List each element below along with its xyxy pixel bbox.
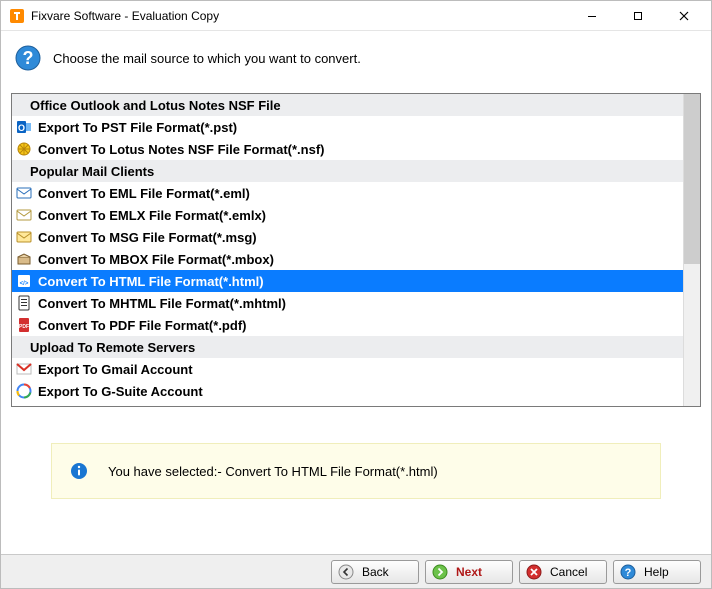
list-item[interactable]: O Export To PST File Format(*.pst) — [12, 116, 700, 138]
list-item-label: Convert To HTML File Format(*.html) — [36, 274, 264, 289]
list-item-label: Export To PST File Format(*.pst) — [36, 120, 237, 135]
cancel-button[interactable]: Cancel — [519, 560, 607, 584]
list-group-header: Popular Mail Clients — [12, 160, 700, 182]
svg-text:O: O — [18, 123, 25, 133]
list-item-label: Convert To MSG File Format(*.msg) — [36, 230, 257, 245]
back-arrow-icon — [338, 564, 354, 580]
list-item-label: Convert To MHTML File Format(*.mhtml) — [36, 296, 286, 311]
list-group-header: Upload To Remote Servers — [12, 336, 700, 358]
list-item[interactable]: Convert To MSG File Format(*.msg) — [12, 226, 700, 248]
emlx-icon — [16, 207, 32, 223]
window-title: Fixvare Software - Evaluation Copy — [31, 9, 569, 23]
svg-text:</>: </> — [20, 281, 29, 287]
format-list: Office Outlook and Lotus Notes NSF FileO… — [11, 93, 701, 407]
html-icon: </> — [16, 273, 32, 289]
wizard-footer: Back Next Cancel ? Help — [1, 554, 711, 588]
question-icon: ? — [15, 45, 41, 71]
list-item[interactable]: Convert To MBOX File Format(*.mbox) — [12, 248, 700, 270]
selection-hint-text: You have selected:- Convert To HTML File… — [108, 464, 438, 479]
list-item-label: Convert To MBOX File Format(*.mbox) — [36, 252, 274, 267]
outlook-icon: O — [16, 119, 32, 135]
cancel-icon — [526, 564, 542, 580]
wizard-window: Fixvare Software - Evaluation Copy ? Cho… — [0, 0, 712, 589]
info-icon — [70, 462, 88, 480]
mhtml-icon — [16, 295, 32, 311]
list-item[interactable]: PDF Convert To PDF File Format(*.pdf) — [12, 314, 700, 336]
close-button[interactable] — [661, 2, 707, 30]
help-button-label: Help — [644, 565, 688, 579]
help-icon: ? — [620, 564, 636, 580]
list-item-label: Convert To EMLX File Format(*.emlx) — [36, 208, 266, 223]
scrollbar[interactable] — [683, 94, 700, 406]
eml-icon — [16, 185, 32, 201]
back-button-label: Back — [362, 565, 406, 579]
pdf-icon: PDF — [16, 317, 32, 333]
list-item[interactable]: </> Convert To HTML File Format(*.html) — [12, 270, 700, 292]
scrollbar-thumb[interactable] — [684, 94, 700, 264]
gmail-icon — [16, 361, 32, 377]
list-item-label: Convert To Lotus Notes NSF File Format(*… — [36, 142, 325, 157]
help-button[interactable]: ? Help — [613, 560, 701, 584]
next-button-label: Next — [456, 565, 500, 579]
gsuite-icon — [16, 383, 32, 399]
instruction-bar: ? Choose the mail source to which you wa… — [1, 31, 711, 93]
instruction-text: Choose the mail source to which you want… — [53, 51, 361, 66]
list-header-label: Popular Mail Clients — [28, 164, 154, 179]
system-buttons — [569, 2, 707, 30]
list-item[interactable]: Convert To Lotus Notes NSF File Format(*… — [12, 138, 700, 160]
lotus-icon — [16, 141, 32, 157]
maximize-button[interactable] — [615, 2, 661, 30]
list-item-label: Convert To EML File Format(*.eml) — [36, 186, 250, 201]
minimize-button[interactable] — [569, 2, 615, 30]
list-item-label: Convert To PDF File Format(*.pdf) — [36, 318, 246, 333]
list-item[interactable]: Convert To EMLX File Format(*.emlx) — [12, 204, 700, 226]
list-group-header: Office Outlook and Lotus Notes NSF File — [12, 94, 700, 116]
selection-hint: You have selected:- Convert To HTML File… — [51, 443, 661, 499]
list-item[interactable]: Convert To EML File Format(*.eml) — [12, 182, 700, 204]
next-button[interactable]: Next — [425, 560, 513, 584]
msg-icon — [16, 229, 32, 245]
list-header-label: Office Outlook and Lotus Notes NSF File — [28, 98, 281, 113]
list-item[interactable]: Convert To MHTML File Format(*.mhtml) — [12, 292, 700, 314]
next-arrow-icon — [432, 564, 448, 580]
list-item-label: Export To Gmail Account — [36, 362, 193, 377]
svg-text:?: ? — [625, 567, 632, 579]
titlebar: Fixvare Software - Evaluation Copy — [1, 1, 711, 31]
list-item-label: Export To G-Suite Account — [36, 384, 203, 399]
list-item[interactable]: Export To Gmail Account — [12, 358, 700, 380]
svg-text:PDF: PDF — [19, 324, 29, 330]
cancel-button-label: Cancel — [550, 565, 594, 579]
app-icon — [9, 8, 25, 24]
mbox-icon — [16, 251, 32, 267]
list-item[interactable]: Export To G-Suite Account — [12, 380, 700, 402]
svg-text:?: ? — [23, 48, 34, 68]
list-header-label: Upload To Remote Servers — [28, 340, 195, 355]
back-button[interactable]: Back — [331, 560, 419, 584]
